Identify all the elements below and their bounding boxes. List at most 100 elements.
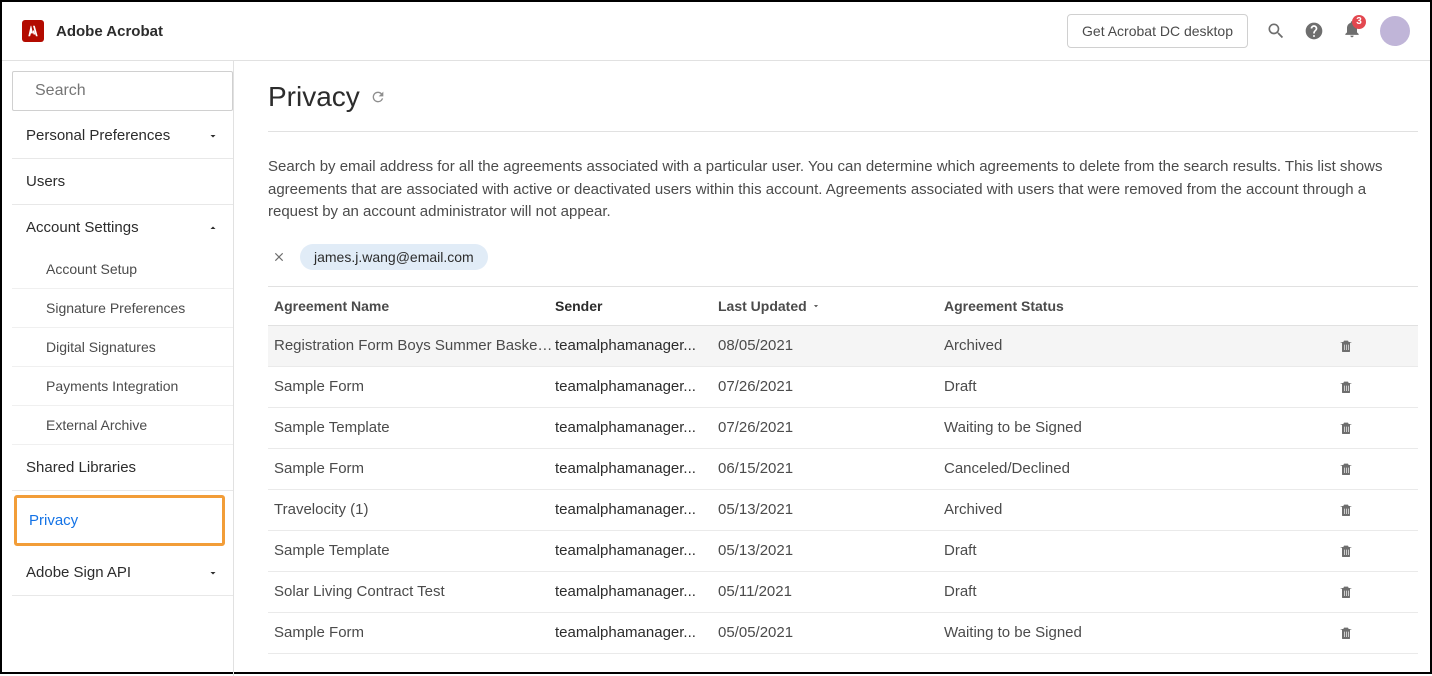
cell-action [1338,542,1418,560]
cell-action [1338,337,1418,355]
table-row[interactable]: Sample Templateteamalphamanager...05/13/… [268,531,1418,572]
page-title: Privacy [268,81,360,113]
table-row[interactable]: Travelocity (1)teamalphamanager...05/13/… [268,490,1418,531]
sidebar-item-shared-libraries[interactable]: Shared Libraries [12,445,233,491]
email-filter-chip[interactable]: james.j.wang@email.com [300,244,488,270]
cell-updated: 07/26/2021 [718,419,944,436]
sidebar-item-adobe-sign-api[interactable]: Adobe Sign API [12,550,233,596]
chevron-down-icon [207,567,219,579]
cell-sender: teamalphamanager... [555,419,718,436]
trash-icon[interactable] [1338,337,1354,355]
search-icon[interactable] [1266,21,1286,41]
cell-sender: teamalphamanager... [555,583,718,600]
trash-icon[interactable] [1338,583,1354,601]
header-left: Adobe Acrobat [22,20,163,42]
page-title-row: Privacy [268,81,1418,132]
column-header-name[interactable]: Agreement Name [268,298,555,314]
table-header: Agreement Name Sender Last Updated Agree… [268,286,1418,326]
table-row[interactable]: Sample Formteamalphamanager...05/05/2021… [268,613,1418,654]
cell-updated: 07/26/2021 [718,378,944,395]
sidebar-item-account-settings[interactable]: Account Settings [12,205,233,250]
table-row[interactable]: Registration Form Boys Summer Basketball… [268,326,1418,367]
table-row[interactable]: Sample Formteamalphamanager...06/15/2021… [268,449,1418,490]
trash-icon[interactable] [1338,624,1354,642]
cell-updated: 06/15/2021 [718,460,944,477]
cell-name: Sample Template [268,542,555,559]
column-header-updated[interactable]: Last Updated [718,298,944,314]
sidebar-item-label: Privacy [29,512,78,529]
adobe-logo-icon [22,20,44,42]
get-desktop-button[interactable]: Get Acrobat DC desktop [1067,14,1248,48]
sidebar-item-privacy[interactable]: Privacy [17,498,222,543]
cell-name: Sample Template [268,419,555,436]
sidebar-item-label: Users [26,173,65,190]
cell-sender: teamalphamanager... [555,501,718,518]
trash-icon[interactable] [1338,460,1354,478]
cell-name: Travelocity (1) [268,501,555,518]
table-row[interactable]: Solar Living Contract Testteamalphamanag… [268,572,1418,613]
trash-icon[interactable] [1338,378,1354,396]
table-row[interactable]: Sample Templateteamalphamanager...07/26/… [268,408,1418,449]
cell-sender: teamalphamanager... [555,378,718,395]
cell-status: Draft [944,583,1338,600]
avatar[interactable] [1380,16,1410,46]
sort-desc-icon [811,301,821,311]
highlight-box: Privacy [14,495,225,546]
cell-action [1338,624,1418,642]
help-icon[interactable] [1304,21,1324,41]
cell-status: Archived [944,337,1338,354]
main-content: Privacy Search by email address for all … [234,61,1430,676]
page-description: Search by email address for all the agre… [268,132,1430,244]
notifications-button[interactable]: 3 [1342,19,1362,44]
cell-name: Solar Living Contract Test [268,583,555,600]
table-row[interactable]: Sample Formteamalphamanager...07/26/2021… [268,367,1418,408]
trash-icon[interactable] [1338,501,1354,519]
cell-status: Waiting to be Signed [944,624,1338,641]
sidebar-subitem-external-archive[interactable]: External Archive [12,406,233,445]
search-input[interactable] [35,82,234,100]
sidebar-item-label: Personal Preferences [26,127,170,144]
cell-name: Sample Form [268,624,555,641]
sidebar-subitem-digital-signatures[interactable]: Digital Signatures [12,328,233,367]
column-header-status[interactable]: Agreement Status [944,298,1338,314]
cell-name: Sample Form [268,378,555,395]
table-body: Registration Form Boys Summer Basketball… [268,326,1418,654]
close-icon[interactable] [272,250,286,264]
cell-updated: 05/05/2021 [718,624,944,641]
cell-sender: teamalphamanager... [555,624,718,641]
chevron-up-icon [207,222,219,234]
cell-action [1338,501,1418,519]
app-header: Adobe Acrobat Get Acrobat DC desktop 3 [2,2,1430,61]
cell-action [1338,419,1418,437]
cell-action [1338,583,1418,601]
sidebar-item-users[interactable]: Users [12,159,233,205]
trash-icon[interactable] [1338,542,1354,560]
sidebar-subitem-signature-preferences[interactable]: Signature Preferences [12,289,233,328]
sidebar-subitem-account-setup[interactable]: Account Setup [12,250,233,289]
cell-action [1338,460,1418,478]
app-name: Adobe Acrobat [56,23,163,40]
trash-icon[interactable] [1338,419,1354,437]
sidebar-subitem-payments-integration[interactable]: Payments Integration [12,367,233,406]
refresh-icon[interactable] [370,89,386,105]
filter-row: james.j.wang@email.com [268,244,1430,286]
column-header-sender[interactable]: Sender [555,298,718,314]
cell-status: Draft [944,378,1338,395]
cell-status: Draft [944,542,1338,559]
sidebar-search[interactable] [12,71,233,111]
cell-updated: 05/13/2021 [718,501,944,518]
cell-status: Canceled/Declined [944,460,1338,477]
cell-name: Registration Form Boys Summer Basketball [268,337,555,354]
cell-updated: 05/13/2021 [718,542,944,559]
header-right: Get Acrobat DC desktop 3 [1067,14,1410,48]
cell-sender: teamalphamanager... [555,337,718,354]
cell-sender: teamalphamanager... [555,542,718,559]
sidebar-item-label: Account Settings [26,219,139,236]
sidebar-item-personal-preferences[interactable]: Personal Preferences [12,113,233,159]
sidebar-item-label: Adobe Sign API [26,564,131,581]
cell-action [1338,378,1418,396]
agreements-table: Agreement Name Sender Last Updated Agree… [268,286,1418,654]
column-header-label: Last Updated [718,298,807,314]
cell-updated: 05/11/2021 [718,583,944,600]
cell-updated: 08/05/2021 [718,337,944,354]
